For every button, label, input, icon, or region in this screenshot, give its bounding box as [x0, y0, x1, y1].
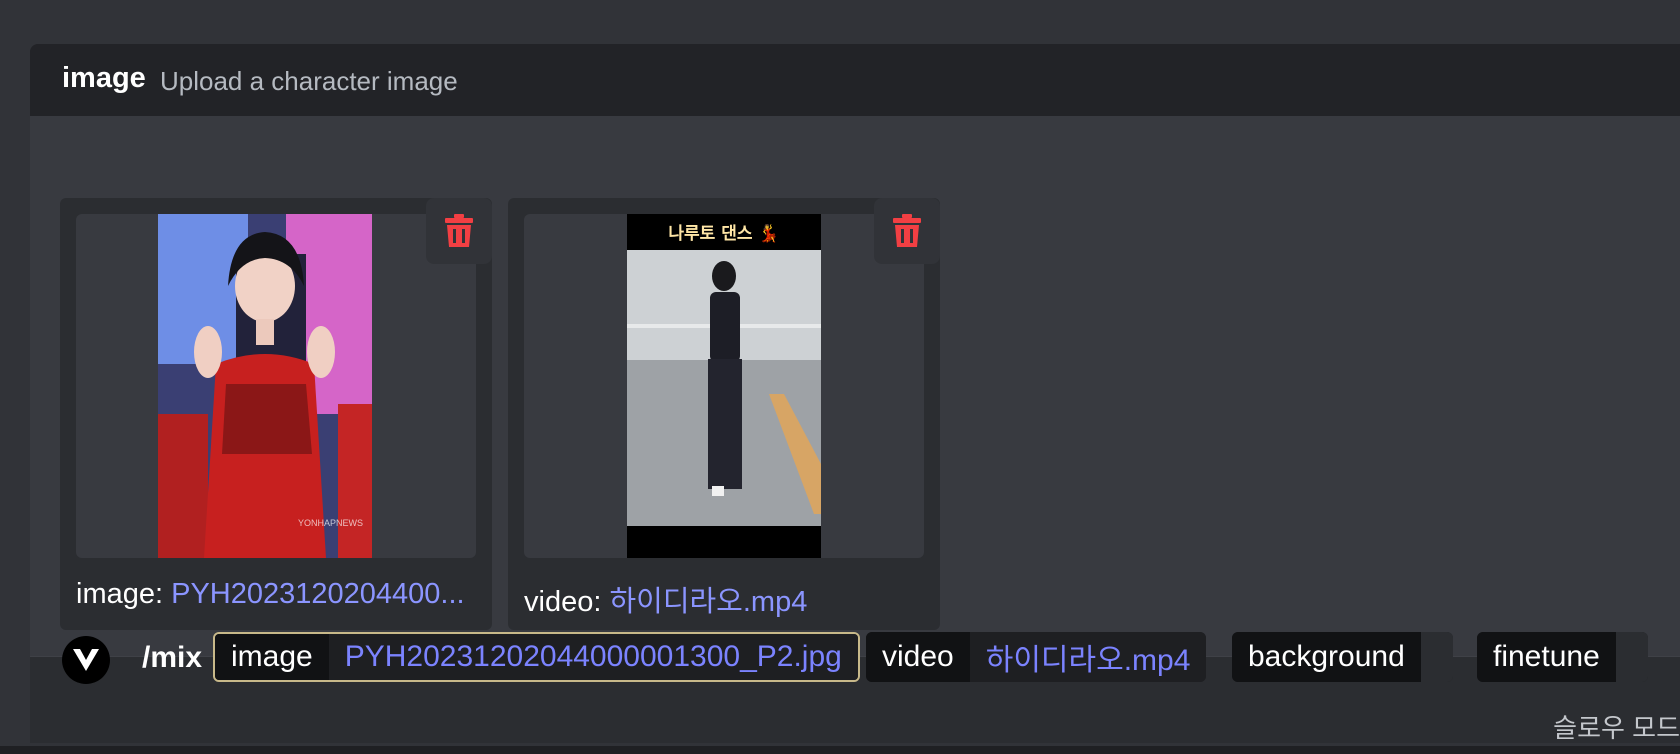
character-image-thumbnail: YONHAPNEWS: [158, 214, 372, 558]
delete-attachment-button[interactable]: [874, 198, 940, 264]
attachment-card-video[interactable]: 나루토 댄스 💃 video: 하이디라오.mp4: [508, 198, 940, 630]
trash-icon: [445, 214, 473, 247]
param-value[interactable]: PYH20231202044000001300_P2.jpg: [328, 634, 858, 680]
option-description: Upload a character image: [160, 66, 458, 96]
attachment-type-label: video:: [524, 586, 610, 618]
param-chip-background[interactable]: background: [1232, 632, 1453, 682]
param-chip-finetune[interactable]: finetune: [1477, 632, 1648, 682]
video-preview[interactable]: 나루토 댄스 💃: [524, 214, 924, 558]
attachment-card-image[interactable]: YONHAPNEWS image: PYH2023120204400...: [60, 198, 492, 630]
param-chip-video[interactable]: video 하이디라오.mp4: [866, 632, 1207, 682]
video-thumbnail: 나루토 댄스 💃: [627, 214, 821, 558]
slash-command-panel: image Upload a character image YONHAPNEW…: [30, 44, 1680, 743]
delete-attachment-button[interactable]: [426, 198, 492, 264]
bot-logo-icon: [73, 649, 99, 671]
video-overlay-text: 나루토 댄스 💃: [668, 223, 779, 244]
trash-icon: [893, 214, 921, 247]
attachment-filename: 하이디라오.mp4: [609, 586, 808, 618]
param-key: background: [1232, 632, 1421, 682]
param-key: video: [866, 632, 970, 682]
slow-mode-indicator: 슬로우 모드: [1553, 713, 1680, 743]
param-value[interactable]: [1615, 632, 1648, 682]
image-preview[interactable]: YONHAPNEWS: [76, 214, 476, 558]
param-key: image: [215, 634, 329, 680]
attachments-area: YONHAPNEWS image: PYH2023120204400... 나루…: [30, 116, 1680, 656]
option-header: image Upload a character image: [30, 44, 1680, 116]
option-name: image: [62, 62, 146, 94]
bottom-strip: [0, 746, 1680, 754]
param-value[interactable]: 하이디라오.mp4: [969, 632, 1207, 682]
attachment-label: image: PYH2023120204400...: [76, 578, 465, 611]
svg-text:YONHAPNEWS: YONHAPNEWS: [298, 518, 363, 528]
param-value[interactable]: [1420, 632, 1453, 682]
bot-avatar[interactable]: [62, 636, 110, 684]
attachment-type-label: image:: [76, 578, 172, 610]
attachment-filename: PYH2023120204400...: [171, 578, 465, 610]
command-name: /mix: [142, 641, 203, 674]
attachment-label: video: 하이디라오.mp4: [524, 578, 807, 620]
param-key: finetune: [1477, 632, 1616, 682]
param-chip-image[interactable]: image PYH20231202044000001300_P2.jpg: [213, 632, 860, 682]
